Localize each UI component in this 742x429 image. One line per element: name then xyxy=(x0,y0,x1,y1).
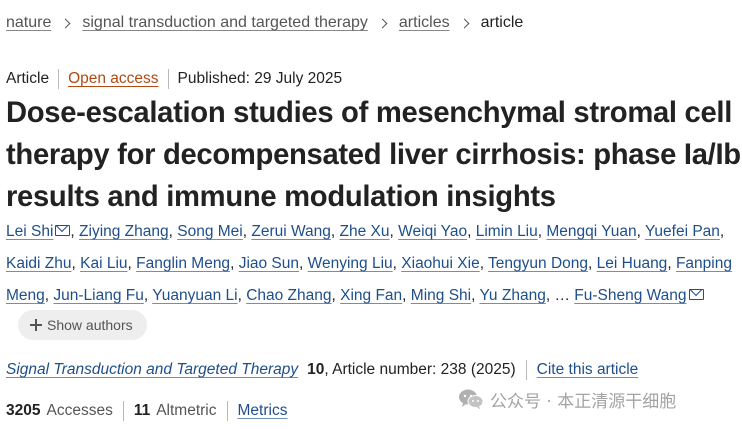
author-link[interactable]: Tengyun Dong xyxy=(488,255,588,272)
breadcrumb: nature signal transduction and targeted … xyxy=(6,12,523,34)
author-ellipsis: … xyxy=(554,287,570,304)
author-link[interactable]: Zhe Xu xyxy=(340,223,390,240)
author-link[interactable]: Fu-Sheng Wang xyxy=(574,287,686,304)
divider xyxy=(58,69,60,89)
article-meta: Article Open access Published: 29 July 2… xyxy=(6,68,342,90)
divider xyxy=(122,401,124,421)
chevron-right-icon xyxy=(459,18,470,28)
author-link[interactable]: Lei Shi xyxy=(6,223,53,240)
breadcrumb-journal[interactable]: signal transduction and targeted therapy xyxy=(82,14,368,32)
author-link[interactable]: Kaidi Zhu xyxy=(6,255,71,272)
author-link[interactable]: Ziying Zhang xyxy=(79,223,169,240)
published-date: Published: 29 July 2025 xyxy=(177,70,343,87)
watermark: 公众号 · 本正清源干细胞 xyxy=(458,386,676,412)
divider xyxy=(525,360,527,380)
author-link[interactable]: Fanglin Meng xyxy=(136,255,230,272)
author-link[interactable]: Limin Liu xyxy=(476,223,538,240)
author-link[interactable]: Song Mei xyxy=(177,223,242,240)
author-link[interactable]: Jiao Sun xyxy=(239,255,299,272)
journal-volume: 10 xyxy=(307,361,325,378)
author-link[interactable]: Xing Fan xyxy=(340,287,402,304)
plus-icon xyxy=(30,319,42,331)
author-link[interactable]: Mengqi Yuan xyxy=(546,223,636,240)
author-link[interactable]: Yuefei Pan xyxy=(645,223,720,240)
author-link[interactable]: Weiqi Yao xyxy=(398,223,467,240)
author-link[interactable]: Yu Zhang xyxy=(479,287,545,304)
accesses-count: 3205 xyxy=(6,402,41,419)
breadcrumb-nature[interactable]: nature xyxy=(6,14,51,32)
wechat-icon xyxy=(459,389,484,410)
article-type: Article xyxy=(6,70,50,87)
author-link[interactable]: Kai Liu xyxy=(80,255,127,272)
author-link[interactable]: Zerui Wang xyxy=(251,223,331,240)
show-authors-button[interactable]: Show authors xyxy=(18,310,147,340)
accesses-label: Accesses xyxy=(46,402,113,419)
author-link[interactable]: Lei Huang xyxy=(597,255,668,272)
mail-icon[interactable] xyxy=(688,289,704,301)
open-access-link[interactable]: Open access xyxy=(68,70,158,88)
author-link[interactable]: Yuanyuan Li xyxy=(152,287,237,304)
author-link[interactable]: Chao Zhang xyxy=(246,287,331,304)
cite-article-link[interactable]: Cite this article xyxy=(537,361,639,379)
show-authors-label: Show authors xyxy=(47,317,133,333)
watermark-text: 公众号 · 本正清源干细胞 xyxy=(490,391,677,412)
divider xyxy=(226,401,228,421)
author-link[interactable]: Ming Shi xyxy=(411,287,471,304)
journal-link[interactable]: Signal Transduction and Targeted Therapy xyxy=(6,361,298,379)
altmetric-label: Altmetric xyxy=(156,402,217,419)
breadcrumb-current: article xyxy=(480,14,524,31)
author-link[interactable]: Wenying Liu xyxy=(308,255,393,272)
altmetric-count: 11 xyxy=(133,402,151,419)
divider xyxy=(167,69,169,89)
chevron-right-icon xyxy=(377,18,388,28)
chevron-right-icon xyxy=(60,18,71,28)
author-link[interactable]: Xiaohui Xie xyxy=(401,255,479,272)
author-link[interactable]: Jun-Liang Fu xyxy=(53,287,143,304)
article-number: , Article number: 238 (2025) xyxy=(324,361,516,378)
metrics-link[interactable]: Metrics xyxy=(238,402,288,420)
journal-info: Signal Transduction and Targeted Therapy… xyxy=(6,359,638,381)
breadcrumb-articles[interactable]: articles xyxy=(399,14,450,32)
article-title: Dose-escalation studies of mesenchymal s… xyxy=(6,97,741,213)
article-metrics: 3205 Accesses 11 Altmetric Metrics xyxy=(6,400,287,422)
mail-icon[interactable] xyxy=(55,225,71,237)
author-list: Lei Shi, Ziying Zhang, Song Mei, Zerui W… xyxy=(6,223,732,304)
